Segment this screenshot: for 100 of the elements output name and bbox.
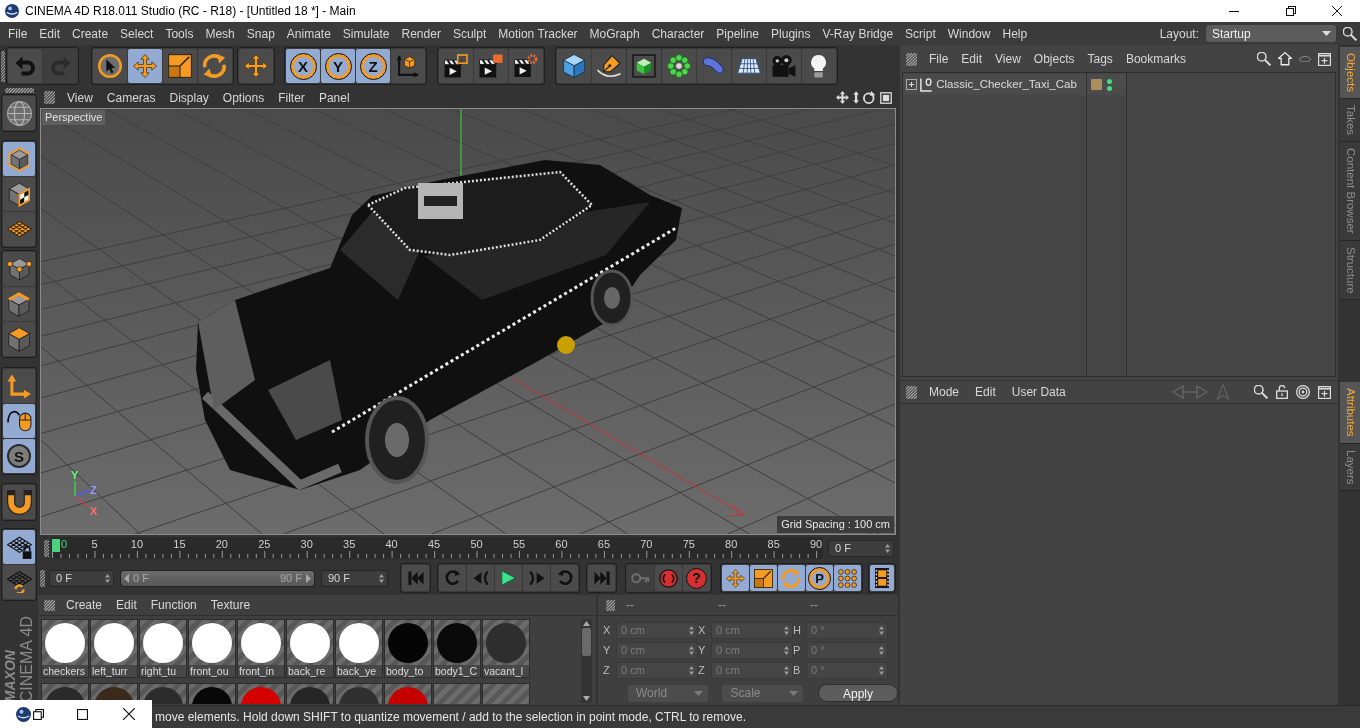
menu-item[interactable]: V-Ray Bridge	[822, 24, 894, 43]
material-tile[interactable]: left_turr	[90, 619, 138, 678]
expand-button[interactable]	[906, 79, 917, 90]
panel-tab[interactable]: Structure	[1340, 240, 1360, 301]
new-window-button[interactable]	[1318, 52, 1331, 66]
menu-item[interactable]: Edit	[975, 383, 996, 401]
maximize-button[interactable]	[77, 708, 88, 720]
menu-item[interactable]: Tools	[165, 24, 194, 43]
material-tile[interactable]: front_ou	[188, 619, 236, 678]
frame-field[interactable]: 90 F	[321, 569, 388, 587]
restore-button[interactable]	[33, 708, 44, 720]
menu-item[interactable]: Objects	[1033, 50, 1075, 68]
view-toggle-button[interactable]	[1299, 55, 1311, 63]
maximize-view-button[interactable]	[880, 91, 892, 104]
render-button[interactable]	[474, 49, 508, 83]
menu-item[interactable]: Simulate	[342, 24, 390, 43]
scale-key-button[interactable]	[750, 565, 777, 591]
menu-item[interactable]: Pipeline	[716, 24, 760, 43]
search-button[interactable]	[1343, 26, 1357, 41]
menu-item[interactable]: File	[929, 50, 949, 68]
layout-dropdown[interactable]: Startup	[1206, 25, 1336, 42]
new-window-button[interactable]	[1318, 385, 1331, 399]
cloner-button[interactable]	[662, 49, 696, 83]
menu-item[interactable]: Window	[947, 24, 991, 43]
menu-item[interactable]: Create	[72, 24, 109, 43]
menu-item[interactable]: Display	[169, 88, 209, 107]
menu-item[interactable]: Texture	[210, 596, 251, 614]
menu-item[interactable]: Render	[401, 24, 441, 43]
render-settings-button[interactable]	[509, 49, 543, 83]
menu-item[interactable]: Bookmarks	[1125, 50, 1186, 68]
x-axis-button[interactable]: X	[286, 49, 320, 83]
timeline-ruler[interactable]: 0 5 10 15 20 25 30 35 40 45 50 55 60 65 70 75 80 85 90	[51, 537, 823, 559]
menu-item[interactable]: Sculpt	[452, 24, 487, 43]
panel-tab[interactable]: Layers	[1340, 443, 1360, 492]
workplane-mode-button[interactable]	[3, 212, 35, 246]
model-mode-button[interactable]	[3, 142, 35, 176]
menu-item[interactable]: Panel	[318, 88, 350, 107]
material-tile[interactable]: body_to	[384, 619, 432, 678]
menu-item[interactable]: Animate	[286, 24, 331, 43]
menu-item[interactable]: Mode	[929, 383, 960, 401]
target-button[interactable]	[1296, 385, 1310, 399]
material-tile[interactable]: checkers	[41, 619, 89, 678]
menu-item[interactable]: Script	[905, 24, 936, 43]
material-tile[interactable]: body1_C	[433, 619, 481, 678]
play-button[interactable]	[495, 565, 522, 591]
coordinate-system-button[interactable]	[391, 49, 425, 83]
menu-item[interactable]: Help	[1002, 24, 1028, 43]
position-key-button[interactable]	[722, 565, 749, 591]
menu-item[interactable]: Plugins	[771, 24, 811, 43]
tweak-mode-button[interactable]	[3, 404, 35, 438]
render-view-button[interactable]	[439, 49, 473, 83]
solo-button[interactable]: S	[3, 439, 35, 473]
menu-item[interactable]: View	[995, 50, 1021, 68]
pen-button[interactable]	[592, 49, 626, 83]
panel-tab[interactable]: Attributes	[1340, 382, 1360, 444]
current-frame-field[interactable]: 0 F	[828, 539, 894, 557]
home-button[interactable]	[1278, 52, 1292, 66]
scrollbar-thumb[interactable]	[582, 628, 591, 656]
search-button[interactable]	[1254, 385, 1268, 399]
menu-item[interactable]: Edit	[116, 596, 137, 614]
rotate-tool-button[interactable]	[198, 49, 232, 83]
taxi-cab-drawing[interactable]	[196, 160, 682, 491]
viewport[interactable]: Perspective Y Z X Grid Spacing : 100 cm	[40, 108, 896, 535]
edges-mode-button[interactable]	[3, 287, 35, 321]
keyframe-selection-button[interactable]: ?	[683, 565, 710, 591]
menu-item[interactable]: Edit	[961, 50, 983, 68]
scrollbar[interactable]	[581, 619, 592, 703]
texture-mode-button[interactable]	[3, 177, 35, 211]
scale-tool-button[interactable]	[163, 49, 197, 83]
material-tile[interactable]: back_ye	[335, 619, 383, 678]
frame-field[interactable]: 0 F	[49, 569, 114, 587]
material-tile[interactable]: back_re	[286, 619, 334, 678]
material-tile[interactable]: front_in	[237, 619, 285, 678]
move-tool-button[interactable]	[128, 49, 162, 83]
panel-tab[interactable]: Content Browser	[1340, 142, 1360, 241]
menu-item[interactable]: Options	[222, 88, 265, 107]
menu-item[interactable]: Snap	[246, 24, 275, 43]
pan-button[interactable]	[836, 91, 850, 104]
menu-item[interactable]: Motion Tracker	[498, 24, 578, 43]
subdivision-button[interactable]	[627, 49, 661, 83]
lock-button[interactable]	[1276, 385, 1288, 399]
autokey-button[interactable]	[655, 565, 682, 591]
menu-item[interactable]: Function	[150, 596, 197, 614]
cube-button[interactable]	[557, 49, 591, 83]
light-button[interactable]	[802, 49, 836, 83]
menu-item[interactable]: Mesh	[205, 24, 235, 43]
menu-item[interactable]: MoGraph	[589, 24, 640, 43]
workplane-align-button[interactable]	[3, 565, 35, 599]
menu-item[interactable]: Character	[651, 24, 705, 43]
menu-item[interactable]: View	[67, 88, 93, 107]
point-level-button[interactable]	[834, 565, 861, 591]
close-button[interactable]	[123, 708, 135, 720]
menu-item[interactable]: Edit	[39, 24, 61, 43]
y-axis-button[interactable]: Y	[321, 49, 355, 83]
points-mode-button[interactable]	[3, 252, 35, 286]
workplane-lock-button[interactable]	[3, 530, 35, 564]
search-button[interactable]	[1257, 52, 1271, 66]
zoom-button[interactable]	[853, 91, 860, 104]
select-tool-button[interactable]	[93, 49, 127, 83]
z-axis-button[interactable]: Z	[356, 49, 390, 83]
